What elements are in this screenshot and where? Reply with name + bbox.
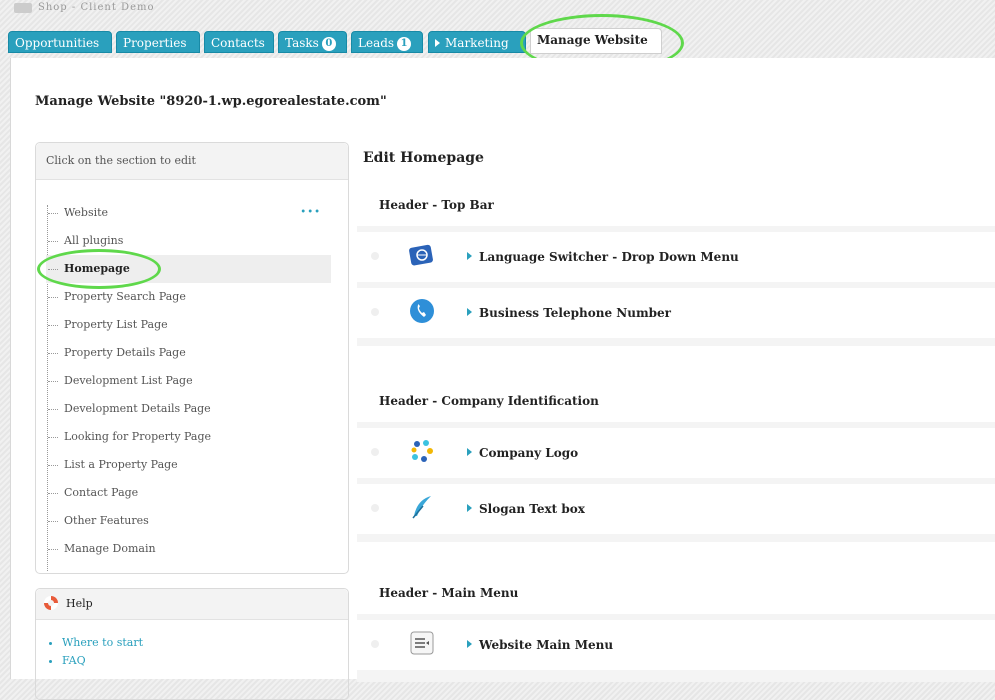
tab-tasks[interactable]: Tasks 0: [278, 31, 347, 53]
sidebar-item-development-list-page[interactable]: Development List Page: [46, 367, 331, 395]
section-header-top-bar: Header - Top Bar Language Switcher - Dro…: [357, 184, 995, 346]
help-links: Where to start FAQ: [36, 620, 348, 670]
section-title: Header - Top Bar: [357, 184, 995, 226]
phone-icon: [410, 299, 434, 323]
sidebar-item-website[interactable]: Website •••: [46, 199, 331, 227]
expand-arrow-icon: [467, 640, 472, 648]
widget-label[interactable]: Business Telephone Number: [467, 288, 671, 338]
sidebar-item-label: Homepage: [64, 262, 130, 275]
sidebar-item-label: Manage Domain: [64, 542, 156, 555]
tab-contacts[interactable]: Contacts: [204, 31, 274, 53]
widget-row-business-telephone[interactable]: Business Telephone Number: [357, 288, 995, 338]
sidebar-item-label: Property Search Page: [64, 290, 186, 303]
widget-label-text: Company Logo: [479, 446, 579, 460]
help-header: Help: [36, 589, 348, 620]
section-company-identification: Header - Company Identification Company …: [357, 380, 995, 542]
widget-label[interactable]: Company Logo: [467, 428, 578, 478]
tab-properties[interactable]: Properties: [116, 31, 200, 53]
expand-arrow-icon: [467, 308, 472, 316]
tab-label: Properties: [123, 36, 187, 50]
tab-label: Contacts: [211, 36, 265, 50]
sidebar-item-development-details-page[interactable]: Development Details Page: [46, 395, 331, 423]
widget-label-text: Business Telephone Number: [479, 306, 672, 320]
menu-icon: [410, 631, 434, 655]
more-options-icon[interactable]: •••: [300, 199, 321, 227]
lifebuoy-icon: [44, 596, 58, 610]
sidebar-item-label: Other Features: [64, 514, 149, 527]
sidebar-item-property-details-page[interactable]: Property Details Page: [46, 339, 331, 367]
sidebar-item-label: Property List Page: [64, 318, 168, 331]
sidebar-item-list-a-property-page[interactable]: List a Property Page: [46, 451, 331, 479]
app-logo-icon: [14, 2, 32, 13]
section-tree: Website ••• All plugins Homepage Property…: [46, 199, 331, 563]
drag-handle[interactable]: [371, 448, 379, 456]
sidebar-item-homepage[interactable]: Homepage: [46, 255, 331, 283]
expand-arrow-icon: [467, 252, 472, 260]
sidebar-item-label: Property Details Page: [64, 346, 186, 359]
help-link-faq[interactable]: FAQ: [62, 652, 348, 670]
expand-arrow-icon: [467, 448, 472, 456]
app-header: Shop - Client Demo: [0, 0, 995, 26]
tab-leads[interactable]: Leads 1: [351, 31, 423, 53]
sidebar-item-other-features[interactable]: Other Features: [46, 507, 331, 535]
language-icon: [409, 244, 433, 266]
tab-opportunities[interactable]: Opportunities: [8, 31, 112, 53]
widget-label[interactable]: Website Main Menu: [467, 620, 613, 670]
widget-label-text: Language Switcher - Drop Down Menu: [479, 250, 739, 264]
sidebar-item-label: Looking for Property Page: [64, 430, 212, 443]
widget-row-language-switcher[interactable]: Language Switcher - Drop Down Menu: [357, 232, 995, 282]
widget-label[interactable]: Slogan Text box: [467, 484, 585, 534]
sidebar-item-label: Website: [64, 206, 109, 219]
help-link-where-to-start[interactable]: Where to start: [62, 634, 348, 652]
help-title: Help: [66, 597, 93, 610]
app-title: Shop - Client Demo: [38, 2, 155, 13]
tab-label: Tasks: [285, 36, 319, 50]
section-title: Header - Company Identification: [357, 380, 995, 422]
section-navigator: Click on the section to edit Website ••• …: [35, 142, 349, 574]
widget-label-text: Website Main Menu: [479, 638, 614, 652]
page-title: Manage Website "8920-1.wp.egorealestate.…: [35, 94, 387, 109]
caret-right-icon: [435, 39, 440, 47]
tasks-count-badge: 0: [321, 37, 336, 51]
widget-label-text: Slogan Text box: [479, 502, 585, 516]
sidebar-item-manage-domain[interactable]: Manage Domain: [46, 535, 331, 563]
sidebar-item-label: All plugins: [64, 234, 124, 247]
sidebar-item-property-search-page[interactable]: Property Search Page: [46, 283, 331, 311]
sidebar-item-looking-for-property-page[interactable]: Looking for Property Page: [46, 423, 331, 451]
tab-label: Leads: [358, 36, 395, 50]
tab-label: Manage Website: [537, 33, 648, 47]
section-navigator-header: Click on the section to edit: [36, 143, 348, 180]
drag-handle[interactable]: [371, 252, 379, 260]
expand-arrow-icon: [467, 504, 472, 512]
widget-row-slogan-text-box[interactable]: Slogan Text box: [357, 484, 995, 534]
drag-handle[interactable]: [371, 640, 379, 648]
section-title: Header - Main Menu: [357, 572, 995, 614]
drag-handle[interactable]: [371, 504, 379, 512]
widget-label[interactable]: Language Switcher - Drop Down Menu: [467, 232, 739, 282]
section-main-menu: Header - Main Menu Website Main Menu: [357, 572, 995, 682]
leads-count-badge: 1: [397, 37, 412, 51]
main-panel: Manage Website "8920-1.wp.egorealestate.…: [10, 58, 995, 700]
sidebar-item-label: List a Property Page: [64, 458, 178, 471]
app-brand: Shop - Client Demo: [14, 2, 155, 13]
editor-title: Edit Homepage: [363, 150, 484, 166]
sidebar-item-all-plugins[interactable]: All plugins: [46, 227, 331, 255]
widget-row-website-main-menu[interactable]: Website Main Menu: [357, 620, 995, 670]
feather-icon: [412, 496, 431, 519]
sidebar-item-contact-page[interactable]: Contact Page: [46, 479, 331, 507]
sidebar-item-property-list-page[interactable]: Property List Page: [46, 311, 331, 339]
widget-row-company-logo[interactable]: Company Logo: [357, 428, 995, 478]
sidebar-item-label: Development List Page: [64, 374, 193, 387]
sidebar-item-label: Development Details Page: [64, 402, 211, 415]
tab-label: Marketing: [445, 36, 509, 50]
tab-label: Opportunities: [15, 36, 100, 50]
logo-icon: [411, 440, 433, 462]
tab-marketing[interactable]: Marketing: [428, 31, 526, 53]
tab-manage-website[interactable]: Manage Website: [530, 28, 662, 54]
help-box: Help Where to start FAQ: [35, 588, 349, 700]
sidebar-item-label: Contact Page: [64, 486, 139, 499]
drag-handle[interactable]: [371, 308, 379, 316]
